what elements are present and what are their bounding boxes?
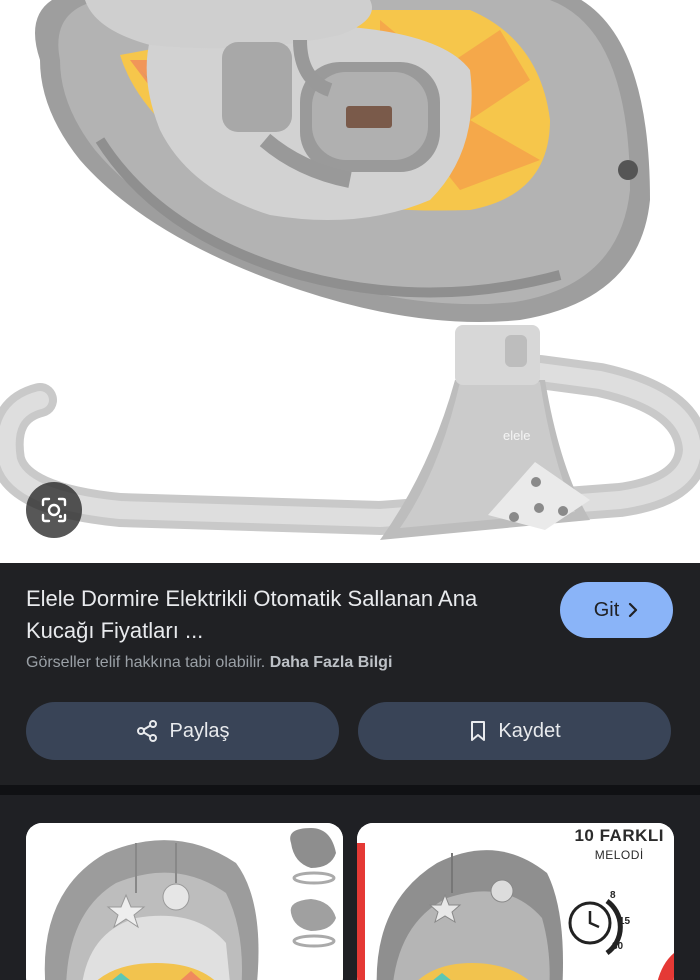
related-image [26, 823, 343, 980]
save-label: Kaydet [498, 719, 561, 742]
result-info-panel: Elele Dormire Elektrikli Otomatik Sallan… [0, 563, 700, 785]
copyright-notice: Görseller telif hakkına tabi olabilir. D… [26, 654, 392, 672]
result-title[interactable]: Elele Dormire Elektrikli Otomatik Sallan… [26, 583, 536, 647]
related-results: 10 FARKLI MELODİ 8 15 30 [0, 795, 700, 980]
caption-line-2: MELODİ [594, 848, 644, 862]
hero-image[interactable]: elele [0, 0, 700, 563]
bookmark-icon [471, 721, 486, 741]
share-icon [137, 720, 158, 742]
save-button[interactable]: Kaydet [358, 702, 671, 760]
svg-text:elele: elele [503, 428, 530, 443]
timer-label: 15 [619, 916, 631, 927]
copyright-text: Görseller telif hakkına tabi olabilir. [26, 654, 266, 671]
related-card[interactable] [26, 823, 343, 980]
visit-button[interactable]: Git [560, 582, 673, 638]
visit-button-label: Git [593, 598, 620, 621]
section-divider [0, 785, 700, 795]
timer-label: 30 [612, 941, 624, 952]
related-card[interactable]: 10 FARKLI MELODİ 8 15 30 [357, 823, 674, 980]
baby-bouncer-illustration: elele [0, 0, 700, 540]
timer-label: 8 [610, 890, 616, 901]
share-label: Paylaş [169, 719, 230, 742]
learn-more-link[interactable]: Daha Fazla Bilgi [270, 654, 393, 671]
share-button[interactable]: Paylaş [26, 702, 339, 760]
chevron-right-icon [629, 602, 638, 618]
caption-line-1: 10 FARKLI [574, 826, 664, 845]
lens-search-button[interactable] [26, 482, 82, 538]
melody-caption: 10 FARKLI MELODİ [574, 826, 664, 862]
lens-search-icon [41, 497, 67, 523]
